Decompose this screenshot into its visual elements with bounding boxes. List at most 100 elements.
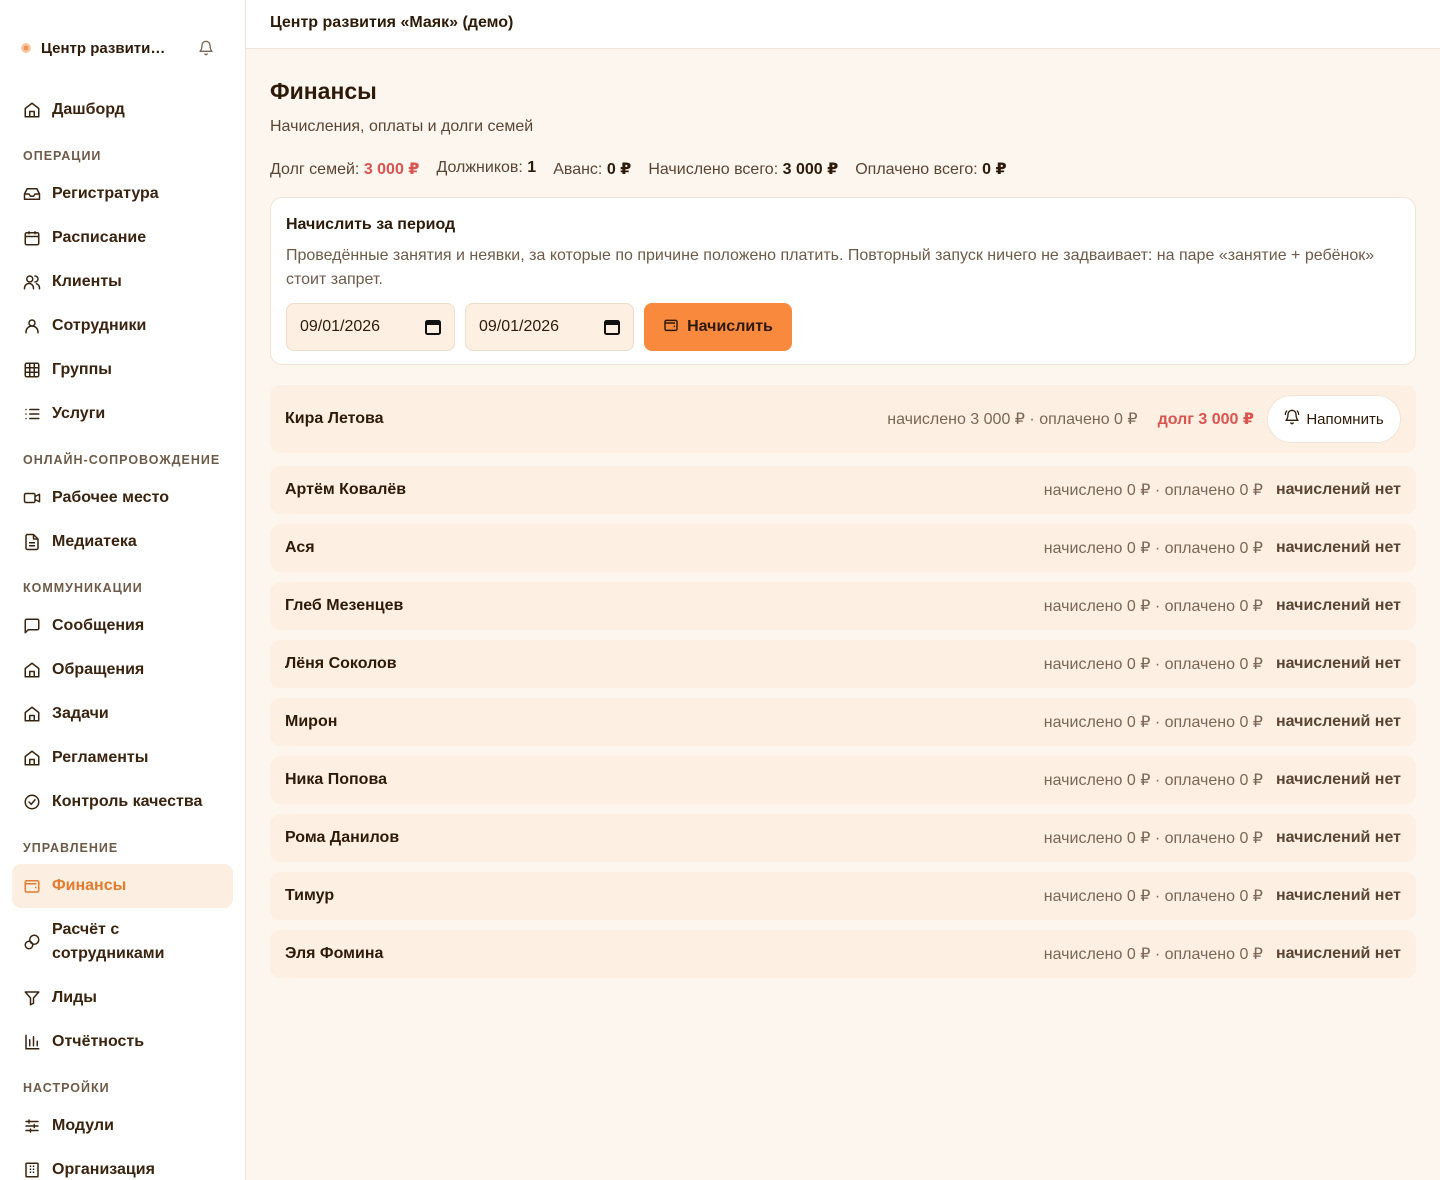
remind-button-label: Напомнить <box>1306 410 1384 428</box>
section-management: УПРАВЛЕНИЕ <box>23 841 119 855</box>
sidebar-item-label: Сообщения <box>52 617 145 634</box>
section-operations: ОПЕРАЦИИ <box>23 149 102 163</box>
stat-debtors: Должников: 1 <box>436 159 536 179</box>
family-debt: долг 3 000 ₽ <box>1157 411 1254 428</box>
family-amounts: начислено 3 000 ₽ · оплачено 0 ₽ <box>887 411 1138 428</box>
home-icon <box>23 705 41 723</box>
sidebar-item-organization[interactable]: Организация <box>12 1148 233 1180</box>
accrual-description: Проведённые занятия и неявки, за которые… <box>286 247 1375 288</box>
finance-summary: Долг семей: 3 000 ₽ Должников: 1 Аванс: … <box>270 159 1007 179</box>
building-icon <box>23 1161 41 1179</box>
stat-value: 3 000 ₽ <box>782 161 839 178</box>
sidebar-item-requests[interactable]: Обращения <box>12 648 233 692</box>
sidebar-item-label: Клиенты <box>52 273 122 290</box>
family-status: начислений нет <box>1275 887 1401 904</box>
family-row: Мирон начислено 0 ₽ · оплачено 0 ₽ начис… <box>270 698 1416 746</box>
family-name: Глеб Мезенцев <box>285 597 404 614</box>
sidebar-item-workplace[interactable]: Рабочее место <box>12 476 233 520</box>
file-text-icon <box>23 533 41 551</box>
sidebar-item-staff[interactable]: Сотрудники <box>12 304 233 348</box>
sidebar-item-messages[interactable]: Сообщения <box>12 604 233 648</box>
sidebar-item-label: Рабочее место <box>52 489 169 506</box>
family-name: Тимур <box>285 887 335 904</box>
sidebar-item-label: Обращения <box>52 661 145 678</box>
sidebar-item-label: Группы <box>52 361 112 378</box>
calendar-icon[interactable] <box>604 319 620 335</box>
sidebar-item-label: Расчёт с сотрудниками <box>52 918 164 966</box>
stat-label: Начислено всего: <box>648 161 779 178</box>
sidebar-item-finance[interactable]: Финансы <box>12 864 233 908</box>
sidebar-item-label: Лиды <box>52 989 97 1006</box>
family-amounts: начислено 0 ₽ · оплачено 0 ₽ <box>1043 656 1263 673</box>
sidebar-item-media[interactable]: Медиатека <box>12 520 233 564</box>
check-circle-icon <box>23 793 41 811</box>
section-communications: КОММУНИКАЦИИ <box>23 581 143 595</box>
sidebar-item-label: Услуги <box>52 405 106 422</box>
brand-name: Центр развития «Маяк» (демо) <box>41 39 169 57</box>
sidebar-item-dashboard[interactable]: Дашборд <box>12 88 233 132</box>
family-status: начислений нет <box>1275 481 1401 498</box>
family-status: начислений нет <box>1275 771 1401 788</box>
sidebar-item-groups[interactable]: Группы <box>12 348 233 392</box>
remind-button[interactable]: Напомнить <box>1267 395 1401 443</box>
sidebar-item-leads[interactable]: Лиды <box>12 976 233 1020</box>
family-status: начислений нет <box>1275 597 1401 614</box>
family-amounts: начислено 0 ₽ · оплачено 0 ₽ <box>1043 598 1263 615</box>
date-from-value: 09/01/2026 <box>300 318 381 335</box>
payroll-label-line2: сотрудниками <box>52 945 165 962</box>
coins-icon <box>23 933 41 951</box>
section-settings: НАСТРОЙКИ <box>23 1081 110 1095</box>
sidebar-item-label: Задачи <box>52 705 109 722</box>
payroll-label-line1: Расчёт с <box>52 921 120 938</box>
page-title: Финансы <box>270 78 377 104</box>
family-name: Эля Фомина <box>285 945 384 962</box>
stat-advance: Аванс: 0 ₽ <box>553 159 631 179</box>
calendar-icon[interactable] <box>425 319 441 335</box>
lighthouse-logo-icon <box>20 42 32 54</box>
topbar: Центр развития «Маяк» (демо) <box>246 0 1440 49</box>
brand[interactable]: Центр развития «Маяк» (демо) <box>20 36 216 60</box>
calendar-icon <box>23 229 41 247</box>
sidebar-item-registry[interactable]: Регистратура <box>12 172 233 216</box>
accrue-button[interactable]: Начислить <box>644 303 792 351</box>
wallet-icon <box>663 317 679 338</box>
sidebar-item-services[interactable]: Услуги <box>12 392 233 436</box>
accrue-button-label: Начислить <box>687 318 773 335</box>
bell-icon[interactable] <box>196 38 216 58</box>
section-online: ОНЛАЙН-СОПРОВОЖДЕНИЕ <box>23 453 221 467</box>
date-from-input[interactable]: 09/01/2026 <box>286 303 455 351</box>
sidebar-item-payroll[interactable]: Расчёт с сотрудниками <box>12 912 233 972</box>
date-to-input[interactable]: 09/01/2026 <box>465 303 634 351</box>
filter-icon <box>23 989 41 1007</box>
sidebar-item-label: Медиатека <box>52 533 137 550</box>
stat-label: Должников: <box>436 159 523 176</box>
family-name: Ника Попова <box>285 771 387 788</box>
family-row: Глеб Мезенцев начислено 0 ₽ · оплачено 0… <box>270 582 1416 630</box>
sidebar-item-schedule[interactable]: Расписание <box>12 216 233 260</box>
video-icon <box>23 489 41 507</box>
accrual-card: Начислить за период Проведённые занятия … <box>270 197 1416 365</box>
family-row: Ася начислено 0 ₽ · оплачено 0 ₽ начисле… <box>270 524 1416 572</box>
sidebar-item-quality[interactable]: Контроль качества <box>12 780 233 824</box>
message-square-icon <box>23 617 41 635</box>
sidebar-item-reports[interactable]: Отчётность <box>12 1020 233 1064</box>
org-title: Центр развития «Маяк» (демо) <box>270 14 514 31</box>
sidebar-item-clients[interactable]: Клиенты <box>12 260 233 304</box>
sidebar-item-tasks[interactable]: Задачи <box>12 692 233 736</box>
sidebar-item-modules[interactable]: Модули <box>12 1104 233 1148</box>
family-status: начислений нет <box>1275 713 1401 730</box>
sidebar-item-label: Регистратура <box>52 185 159 202</box>
sidebar-item-label: Сотрудники <box>52 317 147 334</box>
family-name: Кира Летова <box>285 410 384 427</box>
sliders-icon <box>23 1117 41 1135</box>
home-icon <box>23 749 41 767</box>
sidebar-item-label: Регламенты <box>52 749 149 766</box>
home-icon <box>23 661 41 679</box>
sidebar-item-regulations[interactable]: Регламенты <box>12 736 233 780</box>
family-row: Эля Фомина начислено 0 ₽ · оплачено 0 ₽ … <box>270 930 1416 978</box>
sidebar-item-label: Финансы <box>52 877 127 894</box>
family-name: Артём Ковалёв <box>285 481 407 498</box>
home-icon <box>23 101 41 119</box>
family-name: Лёня Соколов <box>285 655 397 672</box>
family-amounts: начислено 0 ₽ · оплачено 0 ₽ <box>1043 888 1263 905</box>
